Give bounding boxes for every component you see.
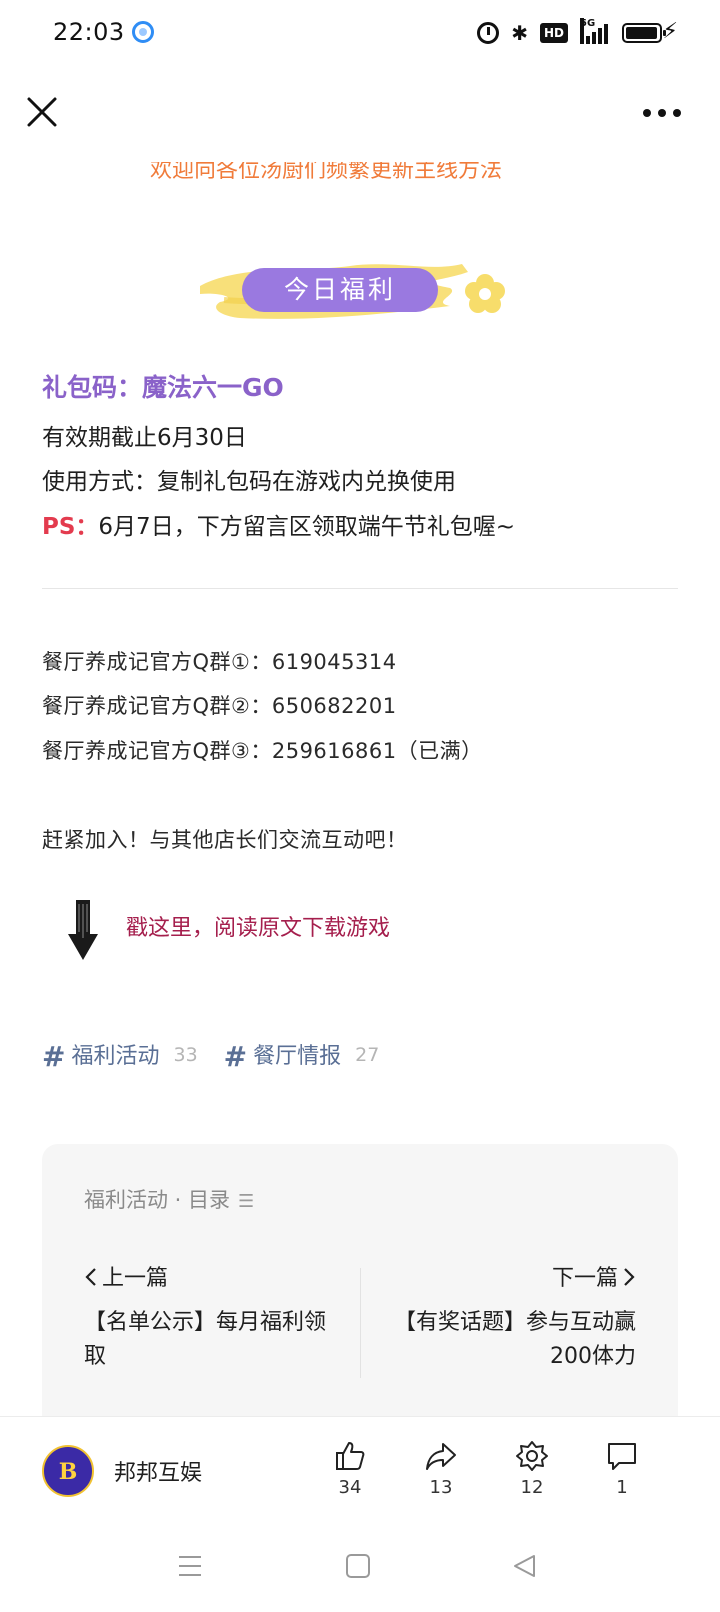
home-icon[interactable] bbox=[344, 1552, 372, 1580]
hash-icon: # bbox=[223, 1040, 248, 1073]
tag-restaurant-news[interactable]: # 餐厅情报 27 bbox=[224, 1042, 380, 1072]
alarm-icon bbox=[477, 22, 500, 44]
read-original-link[interactable]: 戳这里，阅读原文下载游戏 bbox=[126, 910, 390, 942]
like-count: 34 bbox=[338, 1477, 362, 1498]
toc-title[interactable]: 福利活动 · 目录 ☰ bbox=[84, 1184, 254, 1214]
tag-label: 餐厅情报 bbox=[253, 1044, 342, 1069]
tag-count: 33 bbox=[173, 1044, 198, 1066]
charging-icon: ⚡ bbox=[662, 19, 678, 44]
menu-icon[interactable] bbox=[176, 1552, 204, 1580]
hash-icon: # bbox=[42, 1040, 66, 1073]
back-icon[interactable] bbox=[510, 1552, 538, 1580]
tag-label: 福利活动 bbox=[71, 1044, 160, 1069]
close-icon[interactable] bbox=[26, 96, 58, 128]
flower-icon bbox=[465, 274, 505, 313]
today-welfare-banner: 今日福利 bbox=[200, 242, 530, 342]
next-article-title: 【有奖话题】参与互动赢200体力 bbox=[393, 1310, 636, 1369]
join-text: 赶紧加入！与其他店长们交流互动吧！ bbox=[42, 828, 408, 852]
ps-text: 6月7日，下方留言区领取端午节礼包喔~ bbox=[98, 514, 515, 540]
flower-star-icon bbox=[516, 1441, 548, 1471]
comment-bubble-icon bbox=[608, 1443, 636, 1470]
more-icon[interactable] bbox=[642, 108, 682, 118]
menu-list-icon: ☰ bbox=[238, 1191, 255, 1212]
browser-notification-icon bbox=[132, 21, 154, 43]
avatar-text: B bbox=[58, 1459, 78, 1485]
tag-count: 27 bbox=[355, 1044, 380, 1066]
article-content[interactable]: 欢迎向各位汤厨们频繁更新主线方法 今日福利 礼包码：魔法六一GO 有效期截止6月… bbox=[0, 162, 720, 1416]
share-count: 13 bbox=[429, 1477, 453, 1498]
banner-label: 今日福利 bbox=[242, 268, 438, 312]
favorite-count: 12 bbox=[520, 1477, 544, 1498]
previous-label-row: 上一篇 bbox=[84, 1260, 344, 1292]
ps-label: PS： bbox=[42, 514, 99, 540]
5g-signal-icon: 5G bbox=[580, 18, 610, 44]
hd-icon: HD bbox=[539, 23, 568, 43]
share-arrow-icon bbox=[426, 1443, 456, 1470]
system-navigation-bar bbox=[0, 1524, 720, 1612]
next-label: 下一篇 bbox=[551, 1266, 618, 1291]
status-bar: 22:03 ✱ HD 5G ⚡ bbox=[0, 0, 720, 66]
qq-group-2: 餐厅养成记官方Q群②：650682201 bbox=[42, 694, 397, 718]
chevron-right-icon bbox=[624, 1268, 635, 1286]
account-name[interactable]: 邦邦互娱 bbox=[114, 1455, 202, 1487]
comment-count: 1 bbox=[616, 1477, 628, 1498]
nav-bar bbox=[0, 66, 720, 162]
qq-group-3: 餐厅养成记官方Q群③：259616861（已满） bbox=[42, 739, 483, 763]
status-time: 22:03 bbox=[53, 18, 125, 46]
toc-divider bbox=[360, 1268, 361, 1378]
share-button[interactable]: 13 bbox=[411, 1439, 471, 1498]
comment-button[interactable]: 1 bbox=[592, 1439, 652, 1498]
table-of-contents-card: 福利活动 · 目录 ☰ 上一篇 【名单公示】每月福利领取 下一篇 【有奖话题】参与… bbox=[42, 1144, 678, 1416]
next-label-row: 下一篇 bbox=[376, 1260, 636, 1292]
previous-article-link[interactable]: 上一篇 【名单公示】每月福利领取 bbox=[84, 1260, 344, 1374]
ps-line: PS：6月7日，下方留言区领取端午节礼包喔~ bbox=[42, 507, 515, 541]
bottom-action-bar: B 邦邦互娱 34 13 12 1 bbox=[0, 1416, 720, 1524]
gift-code: 礼包码：魔法六一GO bbox=[42, 373, 284, 402]
toc-title-text: 福利活动 · 目录 bbox=[84, 1188, 231, 1212]
bluetooth-icon: ✱ bbox=[511, 21, 528, 45]
usage-text: 使用方式：复制礼包码在游戏内兑换使用 bbox=[42, 469, 456, 495]
status-icons: ✱ HD 5G bbox=[477, 18, 666, 48]
thumbs-up-icon bbox=[336, 1442, 365, 1470]
chevron-left-icon bbox=[85, 1268, 96, 1286]
cut-off-text: 欢迎向各位汤厨们频繁更新主线方法 bbox=[150, 162, 503, 183]
battery-icon bbox=[622, 23, 666, 43]
validity-text: 有效期截止6月30日 bbox=[42, 425, 247, 451]
qq-group-1: 餐厅养成记官方Q群①：619045314 bbox=[42, 650, 397, 674]
previous-label: 上一篇 bbox=[102, 1266, 169, 1291]
next-article-link[interactable]: 下一篇 【有奖话题】参与互动赢200体力 bbox=[376, 1260, 636, 1374]
topic-tags: # 福利活动 33 # 餐厅情报 27 bbox=[42, 1042, 379, 1072]
divider bbox=[42, 588, 678, 589]
avatar[interactable]: B bbox=[42, 1445, 94, 1497]
previous-article-title: 【名单公示】每月福利领取 bbox=[84, 1310, 327, 1369]
favorite-button[interactable]: 12 bbox=[502, 1439, 562, 1498]
arrow-down-icon bbox=[68, 900, 98, 960]
like-button[interactable]: 34 bbox=[320, 1439, 380, 1498]
tag-welfare-activity[interactable]: # 福利活动 33 bbox=[42, 1042, 198, 1072]
